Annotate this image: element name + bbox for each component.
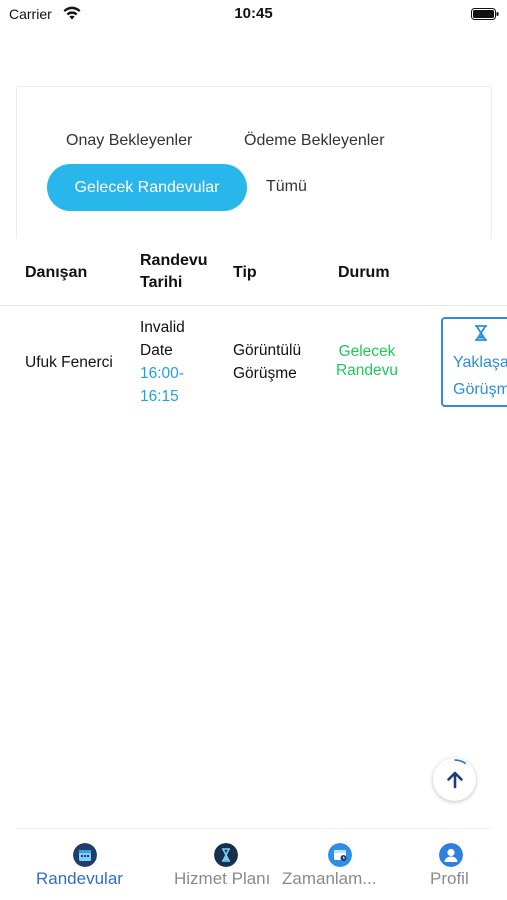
appointment-type: Görüntülü Görüşme [233, 342, 302, 382]
table-header: Danışan Randevu Tarihi Tip Durum [0, 240, 507, 306]
nav-label-profile: Profil [430, 869, 469, 888]
column-header-date: Randevu Tarihi [140, 252, 208, 291]
nav-label-service-plan: Hizmet Planı [174, 869, 271, 888]
upcoming-meeting-label: Yaklaşan Görüşme [453, 354, 507, 398]
time-range: 16:00-16:15 [140, 365, 184, 405]
tab-all[interactable]: Tümü [266, 178, 307, 196]
battery-icon [471, 8, 499, 20]
nav-item-profile[interactable]: Profil [416, 829, 492, 900]
tab-upcoming-appointments[interactable]: Gelecek Randevular [47, 164, 247, 211]
nav-item-service-plan[interactable]: Hizmet Planı [174, 829, 284, 900]
client-name: Ufuk Fenerci [25, 354, 113, 371]
profile-icon [439, 843, 463, 867]
calendar-icon [73, 843, 97, 867]
status-bar: Carrier 10:45 [0, 0, 507, 28]
filter-card: Onay Bekleyenler Ödeme Bekleyenler Gelec… [16, 86, 492, 240]
column-header-client: Danışan [25, 264, 88, 281]
tab-pending-approval[interactable]: Onay Bekleyenler [66, 132, 192, 150]
nav-label-scheduling: Zamanlam... [282, 869, 377, 888]
hourglass-icon [214, 843, 238, 867]
table-row: Ufuk Fenerci Invalid Date 16:00-16:15 Gö… [0, 307, 507, 417]
nav-item-appointments[interactable]: Randevular [16, 829, 154, 900]
nav-label-appointments: Randevular [36, 869, 123, 888]
scroll-to-top-button[interactable] [433, 758, 476, 801]
nav-item-scheduling[interactable]: Zamanlam... [282, 829, 402, 900]
progress-ring [434, 759, 475, 800]
column-header-status: Durum [338, 264, 390, 281]
upcoming-meeting-button[interactable]: Yaklaşan Görüşme [441, 317, 507, 407]
tab-pending-payment[interactable]: Ödeme Bekleyenler [244, 132, 385, 150]
clock: 10:45 [234, 5, 273, 22]
column-header-type: Tip [233, 264, 257, 281]
bottom-nav: Randevular Hizmet Planı Zamanlam... Prof… [16, 828, 492, 900]
hourglass-icon [475, 325, 487, 341]
date-value: Invalid Date [140, 319, 185, 359]
status-badge: Gelecek Randevu [335, 343, 399, 379]
appointment-date: Invalid Date 16:00-16:15 [140, 316, 220, 408]
schedule-icon [328, 843, 352, 867]
